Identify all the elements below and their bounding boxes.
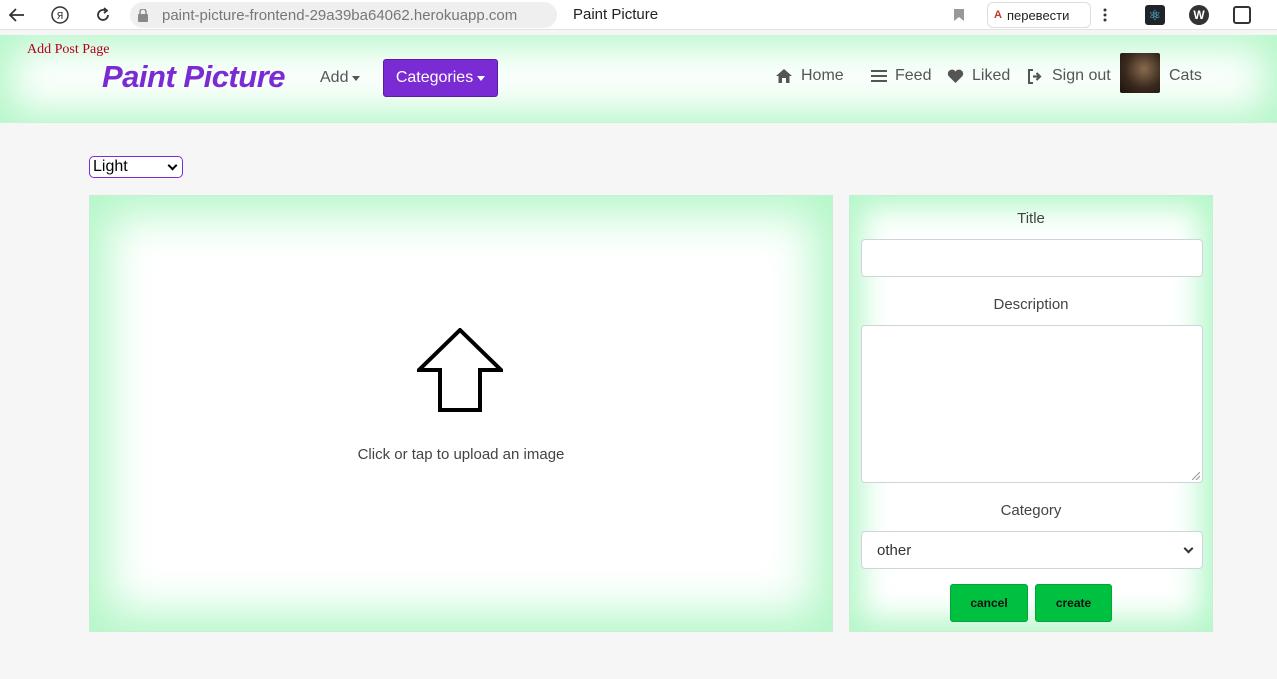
nav-feed[interactable]: Feed bbox=[871, 67, 931, 85]
nav-liked[interactable]: Liked bbox=[947, 67, 1010, 85]
caret-down-icon bbox=[477, 75, 486, 81]
caret-down-icon bbox=[352, 75, 361, 81]
profile-name[interactable]: Cats bbox=[1169, 67, 1202, 85]
tab-title: Paint Picture bbox=[573, 6, 659, 23]
avatar[interactable] bbox=[1120, 53, 1160, 93]
lock-icon bbox=[138, 7, 148, 22]
translate-label: перевести bbox=[1006, 7, 1070, 23]
theme-select-value: Light bbox=[93, 158, 128, 175]
categories-dropdown-button[interactable]: Categories bbox=[383, 59, 498, 97]
category-select-value: other bbox=[877, 541, 912, 559]
page-label: Add Post Page bbox=[27, 42, 110, 57]
nav-liked-label: Liked bbox=[972, 67, 1011, 84]
translate-icon: A bbox=[994, 9, 1002, 21]
add-dropdown[interactable]: Add bbox=[320, 69, 361, 87]
chevron-down-icon bbox=[1183, 543, 1194, 553]
upload-arrow-icon bbox=[417, 328, 503, 412]
nav-signout[interactable]: Sign out bbox=[1027, 67, 1111, 85]
title-input[interactable] bbox=[861, 239, 1203, 277]
cancel-button[interactable]: cancel bbox=[950, 584, 1028, 622]
heart-icon bbox=[947, 69, 964, 83]
description-textarea[interactable] bbox=[861, 325, 1203, 483]
svg-text:Я: Я bbox=[57, 11, 64, 22]
categories-label: Categories bbox=[395, 69, 474, 86]
nav-home[interactable]: Home bbox=[775, 67, 844, 85]
more-menu-icon[interactable] bbox=[1090, 0, 1120, 30]
browser-toolbar: Я paint-picture-frontend-29a39ba64062.he… bbox=[0, 0, 1277, 30]
extension-w-icon[interactable]: W bbox=[1184, 0, 1214, 30]
nav-signout-label: Sign out bbox=[1052, 67, 1111, 84]
translate-button[interactable]: A перевести bbox=[987, 2, 1091, 28]
yandex-icon[interactable]: Я bbox=[45, 0, 75, 30]
theme-select[interactable]: Light bbox=[89, 156, 183, 178]
bookmark-icon[interactable] bbox=[944, 0, 974, 30]
title-label: Title bbox=[1017, 210, 1045, 227]
nav-feed-label: Feed bbox=[895, 67, 932, 84]
image-upload-area[interactable]: Click or tap to upload an image bbox=[89, 195, 833, 632]
url-text: paint-picture-frontend-29a39ba64062.hero… bbox=[162, 6, 518, 24]
react-devtools-icon[interactable]: ⚛ bbox=[1140, 0, 1170, 30]
post-form: Title Description Category other cancel … bbox=[849, 195, 1213, 632]
navbar: Add Post Page Paint Picture Add Categori… bbox=[0, 35, 1277, 123]
chevron-down-icon bbox=[167, 160, 178, 170]
nav-home-label: Home bbox=[801, 67, 844, 84]
description-label: Description bbox=[993, 296, 1069, 313]
upload-hint-text: Click or tap to upload an image bbox=[357, 446, 565, 463]
reload-icon[interactable] bbox=[88, 0, 118, 30]
category-label: Category bbox=[1000, 502, 1062, 519]
home-icon bbox=[776, 69, 792, 83]
sign-out-icon bbox=[1028, 68, 1042, 84]
create-button[interactable]: create bbox=[1035, 584, 1112, 622]
address-bar[interactable]: paint-picture-frontend-29a39ba64062.hero… bbox=[130, 2, 557, 28]
back-icon[interactable] bbox=[2, 0, 32, 30]
resize-handle-icon[interactable] bbox=[1192, 472, 1200, 480]
extensions-icon[interactable] bbox=[1227, 0, 1257, 30]
add-label: Add bbox=[320, 69, 349, 86]
list-icon bbox=[871, 70, 887, 82]
brand-logo[interactable]: Paint Picture bbox=[102, 59, 286, 95]
category-select[interactable]: other bbox=[861, 531, 1203, 569]
